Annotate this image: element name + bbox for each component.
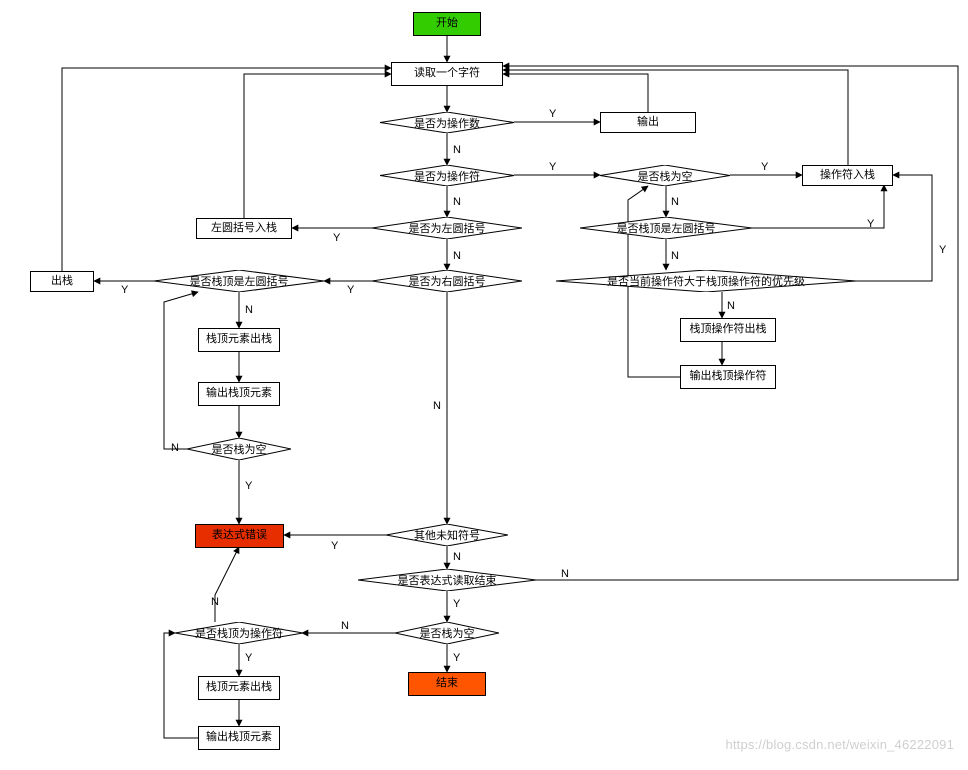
node-is-operator: 是否为操作符: [380, 165, 514, 186]
node-expr-error: 表达式错误: [195, 524, 284, 548]
node-label: 栈顶元素出栈: [206, 681, 272, 694]
node-top-is-lparen-2: 是否栈顶是左圆括号: [154, 270, 324, 292]
edge-label: N: [432, 400, 442, 412]
node-label: 栈顶元素出栈: [206, 333, 272, 346]
node-output-top-operator: 输出栈顶操作符: [680, 365, 776, 389]
node-label: 输出: [637, 116, 659, 129]
edge-label: Y: [330, 540, 339, 552]
edge-label: N: [670, 196, 680, 208]
node-read-char: 读取一个字符: [391, 62, 503, 86]
node-pop-elem-1: 栈顶元素出栈: [198, 328, 280, 352]
node-start: 开始: [413, 12, 481, 36]
edge-label: N: [340, 620, 350, 632]
node-top-is-operator: 是否栈顶为操作符: [175, 622, 303, 644]
node-label: 操作符入栈: [820, 169, 875, 182]
node-stack-empty-2: 是否栈为空: [187, 438, 291, 460]
edge-label: N: [170, 442, 180, 454]
node-push-lparen: 左圆括号入栈: [196, 218, 292, 239]
node-label: 读取一个字符: [414, 67, 480, 80]
node-label: 出栈: [51, 275, 73, 288]
flowchart-canvas: 开始 读取一个字符 是否为操作数 输出 是否为操作符 是否栈为空 操作符入栈 是…: [0, 0, 968, 770]
node-output: 输出: [600, 112, 696, 133]
edge-label: Y: [938, 244, 947, 256]
edge-label: Y: [332, 232, 341, 244]
node-is-lparen: 是否为左圆括号: [372, 217, 522, 239]
node-read-end: 是否表达式读取结束: [358, 569, 536, 591]
edge-label: Y: [346, 284, 355, 296]
edge-label: N: [560, 568, 570, 580]
edge-label: Y: [244, 652, 253, 664]
edge-label: N: [670, 250, 680, 262]
edge-label: N: [452, 144, 462, 156]
edge-label: N: [452, 250, 462, 262]
node-is-rparen: 是否为右圆括号: [372, 270, 522, 292]
edge-label: Y: [866, 218, 875, 230]
node-output-elem-1: 输出栈顶元素: [198, 382, 280, 406]
node-pop-top-operator: 栈顶操作符出栈: [680, 318, 776, 342]
node-label: 输出栈顶元素: [206, 387, 272, 400]
node-precedence: 是否当前操作符大于栈顶操作符的优先级: [556, 270, 856, 292]
watermark: https://blog.csdn.net/weixin_46222091: [725, 737, 954, 752]
edge-label: N: [210, 596, 220, 608]
node-label: 输出栈顶元素: [206, 731, 272, 744]
edge-label: N: [452, 551, 462, 563]
node-push-operator: 操作符入栈: [802, 165, 893, 186]
node-unknown-symbol: 其他未知符号: [386, 524, 508, 546]
edge-label: Y: [452, 598, 461, 610]
node-label: 开始: [436, 17, 458, 30]
node-label: 左圆括号入栈: [211, 222, 277, 235]
node-label: 输出栈顶操作符: [690, 370, 767, 383]
node-end: 结束: [408, 672, 486, 696]
edge-label: Y: [120, 284, 129, 296]
node-label: 结束: [436, 677, 458, 690]
edge-label: N: [452, 196, 462, 208]
node-is-operand: 是否为操作数: [380, 112, 514, 133]
node-pop-elem-2: 栈顶元素出栈: [198, 676, 280, 700]
edge-label: Y: [452, 652, 461, 664]
edge-label: N: [726, 300, 736, 312]
node-label: 栈顶操作符出栈: [690, 323, 767, 336]
node-pop-stack: 出栈: [30, 271, 94, 292]
node-label: 表达式错误: [212, 529, 267, 542]
node-stack-empty-3: 是否栈为空: [395, 622, 499, 644]
edge-label: Y: [244, 480, 253, 492]
node-stack-empty-1: 是否栈为空: [600, 165, 730, 186]
edge-label: N: [244, 304, 254, 316]
node-output-elem-2: 输出栈顶元素: [198, 726, 280, 750]
edge-label: Y: [548, 161, 557, 173]
edge-label: Y: [548, 108, 557, 120]
edge-label: Y: [760, 161, 769, 173]
node-top-is-lparen-1: 是否栈顶是左圆括号: [580, 217, 752, 239]
